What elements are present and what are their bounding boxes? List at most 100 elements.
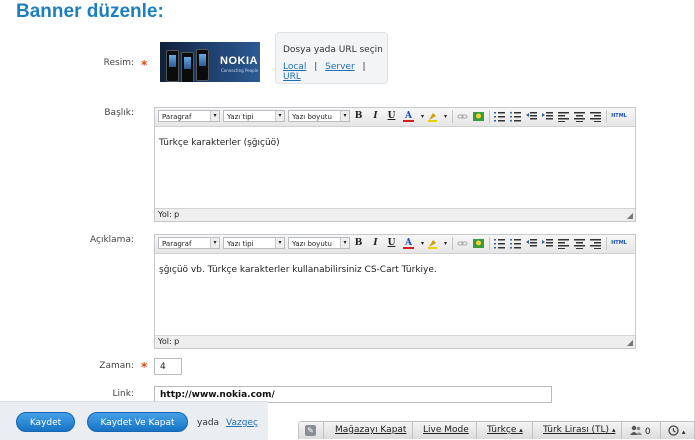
language-selector[interactable]: Türkçe ▴	[487, 425, 523, 435]
url-link[interactable]: URL	[283, 72, 301, 82]
outdent-icon[interactable]	[526, 111, 537, 122]
chevron-down-icon: ▾	[340, 238, 349, 248]
editor-path: Yol: p	[158, 210, 180, 219]
page-title: Banner düzenle:	[16, 1, 164, 22]
toolbar-separator	[452, 110, 453, 123]
size-select-value: Yazı boyutu	[292, 240, 332, 248]
editor-toolbar: Paragraf ▾ Yazı tipi ▾ Yazı boyutu ▾ B I U …	[155, 108, 635, 127]
align-center-icon[interactable]	[574, 111, 585, 122]
toolbar-separator	[489, 237, 490, 250]
underline-button[interactable]: U	[386, 111, 397, 122]
unordered-list-icon[interactable]	[510, 238, 521, 249]
cancel-link[interactable]: Vazgeç	[226, 418, 258, 428]
font-select[interactable]: Yazı tipi ▾	[223, 110, 285, 122]
title-editor: Paragraf ▾ Yazı tipi ▾ Yazı boyutu ▾ B I U …	[154, 107, 636, 222]
description-editor-content[interactable]: şğıçüö vb. Türkçe karakterler kullanabil…	[159, 265, 437, 275]
highlight-icon[interactable]	[427, 238, 438, 249]
align-center-icon[interactable]	[574, 238, 585, 249]
font-color-button[interactable]: A	[403, 238, 414, 249]
resize-handle-icon[interactable]: ◢	[627, 338, 633, 347]
users-online[interactable]: 0	[630, 425, 651, 437]
chevron-down-icon: ▾	[275, 238, 284, 248]
link-icon[interactable]	[457, 111, 468, 122]
align-right-icon[interactable]	[590, 238, 601, 249]
language-value: Türkçe	[487, 425, 517, 435]
chevron-down-icon: ▾	[210, 111, 219, 121]
unordered-list-icon[interactable]	[510, 111, 521, 122]
time-input[interactable]: 4	[154, 358, 182, 375]
bold-button[interactable]: B	[353, 111, 364, 122]
admin-bottom-bar: ✎ Mağazayı Kapat Live Mode Türkçe ▴ Türk…	[298, 421, 695, 439]
link-separator: |	[362, 62, 366, 72]
editor-status-bar: Yol: p ◢	[155, 335, 635, 348]
image-icon[interactable]	[473, 111, 484, 122]
chevron-up-icon: ▴	[611, 426, 616, 434]
image-label: Resim:	[103, 58, 134, 68]
history-menu[interactable]: ▴	[668, 425, 685, 437]
local-link[interactable]: Local	[283, 62, 306, 72]
align-left-icon[interactable]	[558, 238, 569, 249]
italic-button[interactable]: I	[370, 238, 381, 249]
form-action-bar: Kaydet Kaydet Ve Kapat yada Vazgeç	[0, 401, 268, 440]
font-select-value: Yazı tipi	[227, 113, 254, 121]
bar-separator	[621, 422, 622, 439]
outdent-icon[interactable]	[526, 238, 537, 249]
title-label: Başlık:	[104, 108, 134, 118]
description-label: Açıklama:	[90, 235, 134, 245]
align-right-icon[interactable]	[590, 111, 601, 122]
save-button[interactable]: Kaydet	[16, 412, 75, 432]
toolbar-separator	[606, 110, 607, 123]
file-chooser-title: Dosya yada URL seçin	[283, 45, 383, 55]
description-editor: Paragraf ▾ Yazı tipi ▾ Yazı boyutu ▾ B I U …	[154, 234, 636, 349]
link-icon[interactable]	[457, 238, 468, 249]
server-link[interactable]: Server	[325, 62, 355, 72]
format-select[interactable]: Paragraf ▾	[158, 110, 220, 122]
nokia-tagline: Connecting People	[221, 68, 259, 73]
editor-status-bar: Yol: p ◢	[155, 208, 635, 221]
phone-graphic	[181, 52, 194, 82]
font-select-value: Yazı tipi	[227, 240, 254, 248]
size-select-value: Yazı boyutu	[292, 113, 332, 121]
currency-value: Türk Lirası (TL)	[543, 425, 610, 435]
users-count: 0	[644, 427, 651, 437]
ordered-list-icon[interactable]	[494, 238, 505, 249]
format-select[interactable]: Paragraf ▾	[158, 237, 220, 249]
close-store-link[interactable]: Mağazayı Kapat	[335, 425, 406, 435]
indent-icon[interactable]	[542, 238, 553, 249]
phone-graphic	[166, 50, 179, 82]
resize-handle-icon[interactable]: ◢	[627, 211, 633, 220]
chevron-down-icon[interactable]: ▾	[440, 238, 451, 249]
chevron-up-icon: ▴	[681, 428, 686, 436]
pencil-icon[interactable]: ✎	[305, 425, 316, 436]
html-source-button[interactable]: HTML	[610, 111, 628, 122]
font-color-button[interactable]: A	[403, 111, 414, 122]
editor-toolbar: Paragraf ▾ Yazı tipi ▾ Yazı boyutu ▾ B I U …	[155, 235, 635, 254]
size-select[interactable]: Yazı boyutu ▾	[288, 237, 350, 249]
bar-separator	[660, 422, 661, 439]
chevron-up-icon: ▴	[519, 426, 523, 434]
title-editor-content[interactable]: Türkçe karakterler (şğıçüö)	[159, 138, 280, 148]
size-select[interactable]: Yazı boyutu ▾	[288, 110, 350, 122]
indent-icon[interactable]	[542, 111, 553, 122]
toolbar-separator	[489, 110, 490, 123]
live-mode-link[interactable]: Live Mode	[423, 425, 469, 435]
align-left-icon[interactable]	[558, 111, 569, 122]
italic-button[interactable]: I	[370, 111, 381, 122]
bold-button[interactable]: B	[353, 238, 364, 249]
bar-separator	[476, 422, 477, 439]
editor-path: Yol: p	[158, 337, 180, 346]
save-and-close-button[interactable]: Kaydet Ve Kapat	[87, 412, 188, 432]
banner-thumbnail[interactable]: NOKIA Connecting People	[160, 42, 260, 82]
image-icon[interactable]	[473, 238, 484, 249]
font-select[interactable]: Yazı tipi ▾	[223, 237, 285, 249]
highlight-icon[interactable]	[427, 111, 438, 122]
format-select-value: Paragraf	[162, 113, 192, 121]
underline-button[interactable]: U	[386, 238, 397, 249]
link-separator: |	[314, 62, 318, 72]
html-source-button[interactable]: HTML	[610, 238, 628, 249]
currency-selector[interactable]: Türk Lirası (TL) ▴	[543, 425, 615, 435]
chevron-down-icon[interactable]: ▾	[440, 111, 451, 122]
bar-separator	[532, 422, 533, 439]
or-text: yada	[197, 418, 220, 428]
ordered-list-icon[interactable]	[494, 111, 505, 122]
